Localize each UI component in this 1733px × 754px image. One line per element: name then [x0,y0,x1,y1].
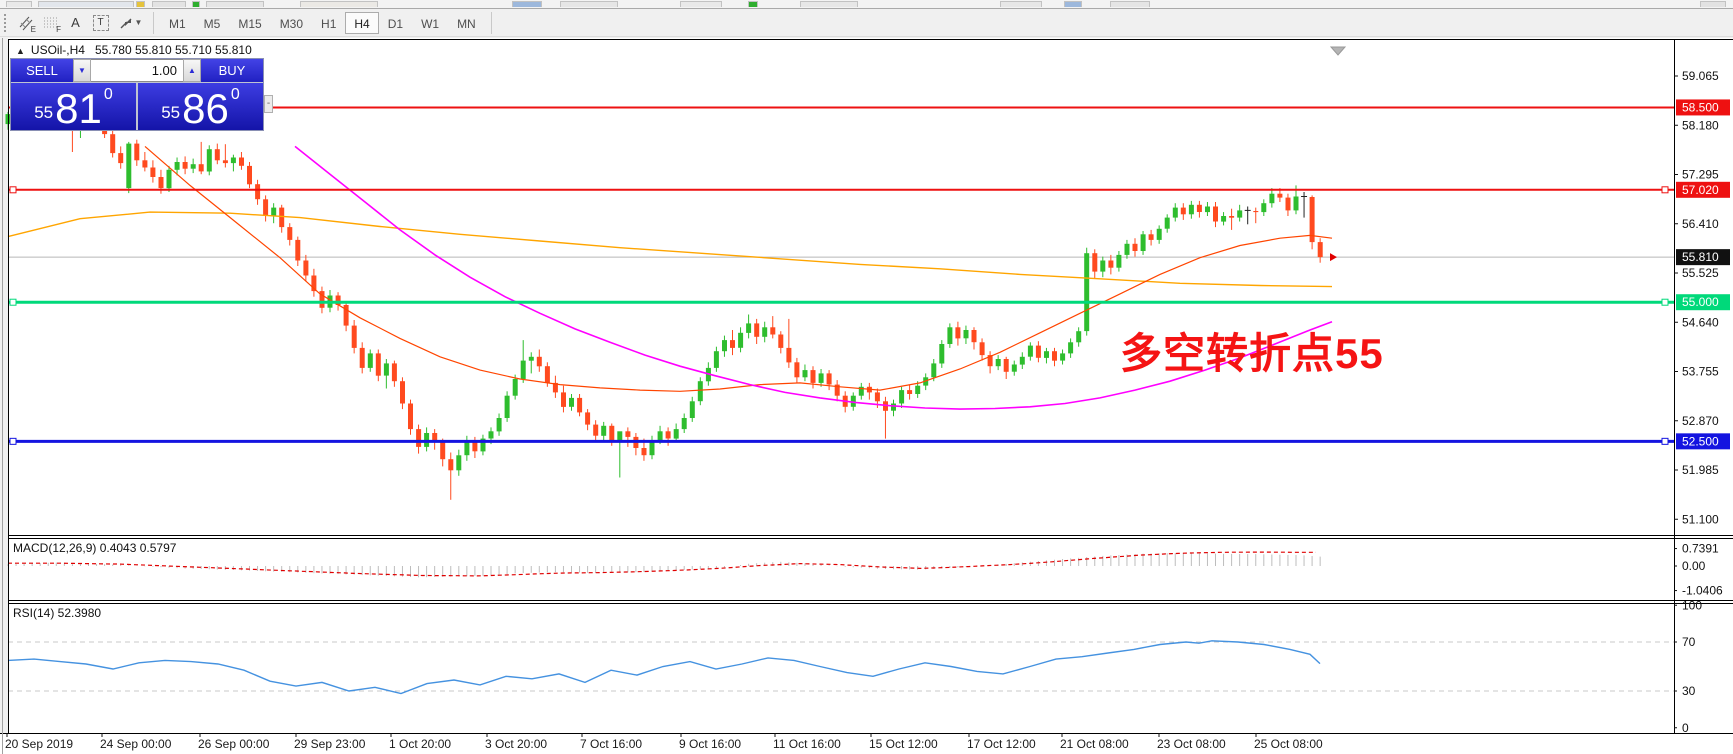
time-label: 9 Oct 16:00 [679,737,742,751]
macd-indicator-label: MACD(12,26,9) 0.4043 0.5797 [13,541,177,555]
svg-text:52.870: 52.870 [1682,414,1719,428]
time-label: 7 Oct 16:00 [580,737,643,751]
time-label: 21 Oct 08:00 [1060,737,1129,751]
svg-text:53.755: 53.755 [1682,365,1719,379]
mt4-window: E F A T ▼ M1 M5 M15 M30 H1 H4 D1 W1 MN 5… [0,0,1733,754]
svg-text:58.180: 58.180 [1682,118,1719,132]
time-label: 20 Sep 2019 [5,737,74,751]
time-label: 1 Oct 20:00 [389,737,452,751]
chart-annotation-text: 多空转折点55 [1120,330,1384,377]
volume-increase-button[interactable]: ▲ [183,59,201,82]
svg-text:-1.0406: -1.0406 [1682,584,1723,598]
svg-text:57.020: 57.020 [1682,183,1719,197]
volume-decrease-button[interactable]: ▼ [73,59,91,82]
svg-text:55.810: 55.810 [1682,250,1719,264]
svg-text:56.410: 56.410 [1682,217,1719,231]
ohlc-values: 55.780 55.810 55.710 55.810 [94,43,252,57]
buy-price-small: 55 [161,103,181,122]
sell-price-small: 55 [34,103,54,122]
time-label: 25 Oct 08:00 [1254,737,1323,751]
sell-price-display[interactable]: 55 81 0 [11,83,136,130]
volume-input[interactable]: 1.00 [91,59,183,82]
svg-text:57.295: 57.295 [1682,168,1719,182]
hline-handle [9,186,17,194]
time-label: 11 Oct 16:00 [773,737,841,751]
buy-price-sup: 0 [230,86,240,103]
svg-text:58.500: 58.500 [1682,100,1719,114]
svg-text:55.525: 55.525 [1682,266,1719,280]
time-label: 26 Sep 00:00 [198,737,270,751]
svg-text:30: 30 [1682,684,1696,698]
symbol-label: USOil-,H4 [30,43,85,57]
hline-handle [1661,298,1669,306]
sell-button[interactable]: SELL [11,59,73,82]
symbol-collapse-icon[interactable]: ▲ [16,46,25,56]
hline-handle [9,298,17,306]
buy-price-display[interactable]: 55 86 0 [138,83,263,130]
time-label: 15 Oct 12:00 [869,737,938,751]
svg-text:51.100: 51.100 [1682,512,1719,526]
buy-button[interactable]: BUY [201,59,263,82]
time-label: 17 Oct 12:00 [967,737,1036,751]
svg-text:55.000: 55.000 [1682,295,1719,309]
sell-price-big: 81 [55,85,102,133]
svg-text:70: 70 [1682,635,1696,649]
svg-text:100: 100 [1682,598,1702,612]
hline-handle [1661,186,1669,194]
svg-text:0.7391: 0.7391 [1682,542,1719,556]
svg-text:0: 0 [1682,721,1689,735]
svg-text:0.00: 0.00 [1682,559,1706,573]
time-label: 3 Oct 20:00 [485,737,548,751]
time-label: 29 Sep 23:00 [294,737,366,751]
hline-handle [1661,437,1669,445]
time-label: 23 Oct 08:00 [1157,737,1226,751]
hline-handle [9,437,17,445]
time-axis[interactable]: 20 Sep 2019 24 Sep 00:00 26 Sep 00:00 29 Se… [0,737,1733,754]
time-label: 24 Sep 00:00 [100,737,172,751]
chart-background [8,38,1733,733]
svg-text:59.065: 59.065 [1682,69,1719,83]
sell-price-sup: 0 [103,86,113,103]
buy-price-big: 86 [182,85,229,133]
svg-text:54.640: 54.640 [1682,315,1719,329]
svg-text:52.500: 52.500 [1682,434,1719,448]
svg-text:51.985: 51.985 [1682,463,1719,477]
panel-collapse-handle[interactable]: - [264,95,273,113]
rsi-indicator-label: RSI(14) 52.3980 [13,606,102,620]
chart-title: ▲ USOil-,H4 55.780 55.810 55.710 55.810 [16,43,252,57]
one-click-trading-panel: SELL ▼ 1.00 ▲ BUY 55 81 0 55 86 0 - [10,58,273,131]
